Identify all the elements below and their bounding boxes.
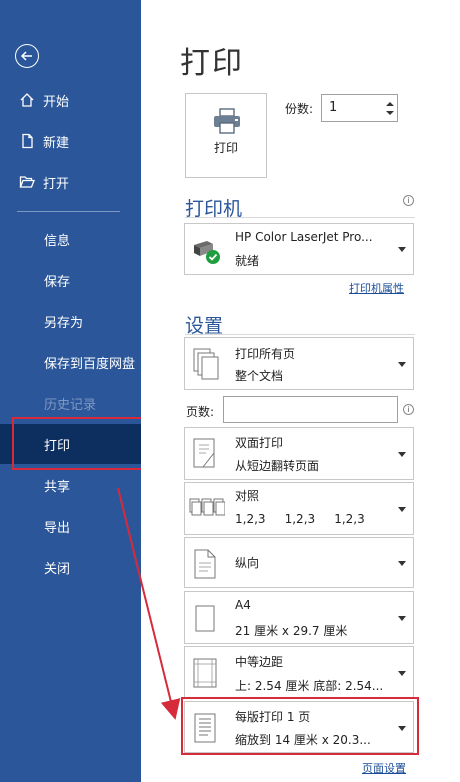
annotation-arrow [117,487,181,720]
